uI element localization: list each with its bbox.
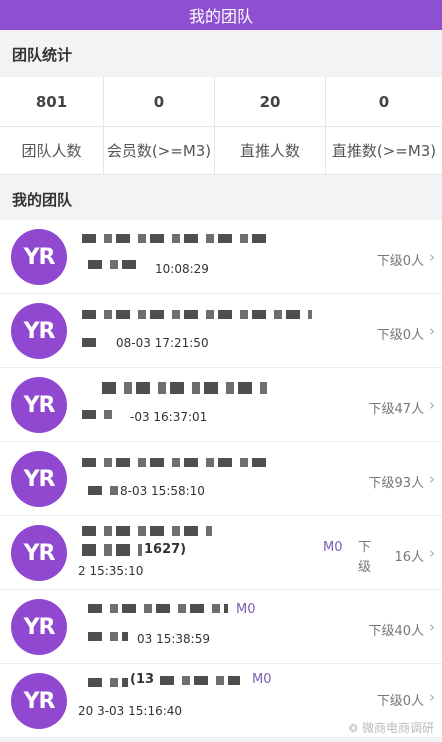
page-title: 我的团队 — [188, 7, 253, 26]
watermark-text: 微商电商调研 — [361, 721, 434, 735]
join-time: 03 15:38:59 — [137, 632, 210, 646]
stats-section-title: 团队统计 — [12, 46, 73, 64]
direct-count-value: 20 — [215, 77, 326, 127]
blurred-name — [88, 678, 128, 687]
avatar: YR — [11, 303, 67, 359]
level-badge: M0 — [252, 672, 272, 687]
direct-count-label: 直推人数 — [215, 127, 326, 175]
chevron-right-icon: › — [429, 248, 435, 266]
direct-member-count-value: 0 — [326, 77, 442, 127]
avatar: YR — [11, 525, 67, 581]
avatar: YR — [11, 599, 67, 655]
blurred-name — [82, 544, 142, 556]
chevron-right-icon: › — [429, 396, 435, 414]
chevron-right-icon: › — [429, 322, 435, 340]
avatar: YR — [11, 451, 67, 507]
member-row[interactable]: YR 10:08:29 下级0人 › — [0, 220, 442, 294]
chevron-right-icon: › — [429, 688, 435, 706]
name-fragment: (13 — [130, 672, 155, 687]
subordinate-count: 下级0人 — [376, 254, 424, 269]
blurred-name — [88, 604, 228, 613]
wechat-icon: ❂ — [348, 722, 358, 735]
join-time: 8-03 15:58:10 — [120, 484, 205, 498]
join-time: 20 3-03 15:16:40 — [78, 704, 183, 718]
blurred-name — [82, 338, 102, 347]
blurred-name — [82, 526, 212, 536]
blurred-name — [82, 310, 312, 319]
join-time: -03 16:37:01 — [130, 410, 208, 424]
team-count-label: 团队人数 — [0, 127, 104, 175]
avatar: YR — [11, 673, 67, 729]
level-badge: M0 — [236, 602, 256, 617]
chevron-right-icon: › — [429, 470, 435, 488]
blurred-name — [88, 486, 118, 495]
subordinate-count: 下级0人 — [376, 328, 424, 343]
stats-panel: 801 0 20 0 团队人数 会员数(>=M3) 直推人数 直推数(>=M3) — [0, 77, 442, 175]
avatar: YR — [11, 229, 67, 285]
subordinate-label: 下 级 — [358, 540, 372, 575]
blurred-name — [82, 410, 112, 419]
avatar: YR — [11, 377, 67, 433]
join-time: 2 15:35:10 — [78, 564, 144, 578]
level-badge: M0 — [323, 540, 343, 555]
blurred-name — [82, 234, 272, 243]
chevron-right-icon: › — [429, 544, 435, 562]
subordinate-count: 16人 — [394, 550, 424, 565]
subordinate-count: 下级93人 — [368, 476, 424, 491]
name-fragment: 1627) — [144, 542, 187, 557]
blurred-name — [102, 382, 267, 394]
blurred-name — [88, 260, 138, 269]
join-time: 10:08:29 — [155, 262, 209, 276]
blurred-name — [82, 458, 272, 467]
team-section-title: 我的团队 — [12, 191, 73, 209]
subordinate-count: 下级0人 — [376, 694, 424, 709]
member-row[interactable]: YR 08-03 17:21:50 下级0人 › — [0, 294, 442, 368]
member-row[interactable]: YR 1627) 2 15:35:10 M0 下 级 16人 › — [0, 516, 442, 590]
subordinate-count: 下级40人 — [368, 624, 424, 639]
member-count-value: 0 — [104, 77, 215, 127]
top-bar: 我的团队 — [0, 0, 442, 30]
member-row[interactable]: YR -03 16:37:01 下级47人 › — [0, 368, 442, 442]
chevron-right-icon: › — [429, 618, 435, 636]
member-list: YR 10:08:29 下级0人 › YR 08-03 17:21:50 下级0… — [0, 220, 442, 737]
member-row[interactable]: YR 8-03 15:58:10 下级93人 › — [0, 442, 442, 516]
member-count-label: 会员数(>=M3) — [104, 127, 215, 175]
member-row[interactable]: YR M0 03 15:38:59 下级40人 › — [0, 590, 442, 664]
direct-member-count-label: 直推数(>=M3) — [326, 127, 442, 175]
team-count-value: 801 — [0, 77, 104, 127]
subordinate-count: 下级47人 — [368, 402, 424, 417]
watermark: ❂ 微商电商调研 — [349, 719, 434, 736]
join-time: 08-03 17:21:50 — [116, 336, 209, 350]
blurred-name — [160, 676, 240, 685]
blurred-name — [88, 632, 128, 641]
